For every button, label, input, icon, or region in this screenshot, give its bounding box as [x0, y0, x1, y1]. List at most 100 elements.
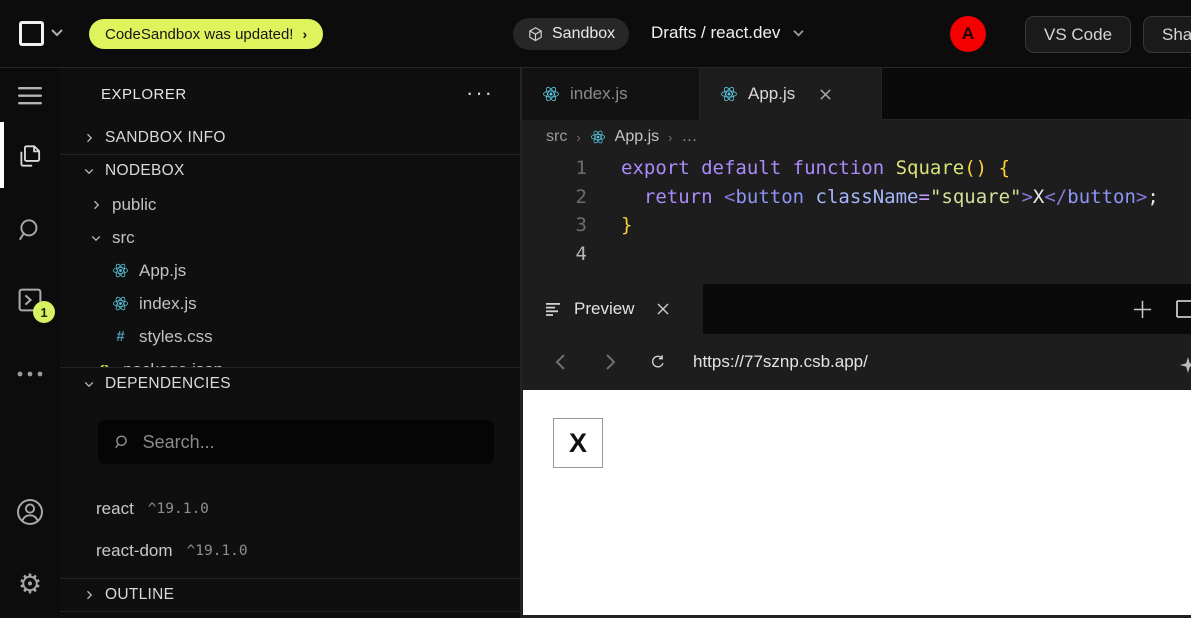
dependency-version: ^19.1.0	[148, 501, 209, 517]
dependency-react[interactable]: react ^19.1.0	[96, 488, 516, 530]
code-line-4[interactable]: 4	[522, 240, 1191, 269]
avatar-letter: A	[962, 24, 974, 44]
dependency-react-dom[interactable]: react-dom ^19.1.0	[96, 530, 516, 572]
section-label: SANDBOX INFO	[105, 129, 226, 147]
tree-item-label: styles.css	[139, 327, 213, 347]
tree-item-src[interactable]: src	[60, 221, 520, 254]
codesandbox-window: CodeSandbox was updated! › Sandbox Draft…	[0, 0, 1191, 618]
preview-url-bar: https://77sznp.csb.app/	[522, 334, 1191, 390]
tab-index-js[interactable]: index.js	[522, 68, 700, 120]
dependency-search-input[interactable]	[143, 432, 478, 453]
add-preview-icon[interactable]	[1132, 299, 1153, 320]
refresh-icon	[650, 352, 666, 372]
tree-item-index-js[interactable]: index.js	[60, 287, 520, 320]
account-icon	[14, 496, 46, 528]
preview-list-icon	[546, 303, 562, 316]
ellipsis-icon	[17, 371, 43, 377]
line-number: 3	[522, 214, 587, 236]
dependency-name: react-dom	[96, 541, 173, 561]
tree-item-app-js[interactable]: App.js	[60, 254, 520, 287]
chevron-down-icon	[83, 165, 95, 177]
section-label: DEPENDENCIES	[105, 375, 231, 393]
chevron-down-icon	[83, 378, 95, 390]
explorer-menu-button[interactable]: ···	[466, 80, 494, 106]
section-dependencies[interactable]: DEPENDENCIES	[60, 368, 520, 400]
section-outline[interactable]: OUTLINE	[60, 579, 520, 611]
top-bar: CodeSandbox was updated! › Sandbox Draft…	[0, 0, 1191, 68]
share-button[interactable]: Share	[1143, 16, 1191, 53]
logo-chevron-down-icon[interactable]	[50, 28, 64, 38]
line-number: 1	[522, 157, 587, 179]
tree-item-label: public	[112, 195, 156, 215]
line-number: 2	[522, 186, 587, 208]
dependency-search	[98, 420, 494, 464]
project-breadcrumb[interactable]: Drafts / react.dev	[651, 23, 805, 43]
preview-tab[interactable]: Preview	[522, 284, 703, 334]
explorer-title: EXPLORER	[101, 86, 187, 103]
refresh-button[interactable]	[650, 352, 666, 372]
section-sandbox-info[interactable]: SANDBOX INFO	[60, 122, 520, 154]
preview-url[interactable]: https://77sznp.csb.app/	[693, 352, 868, 372]
chevron-right-icon: ›	[668, 130, 672, 145]
tree-item-label: index.js	[139, 294, 197, 314]
terminal-badge: 1	[33, 301, 55, 323]
editor-preview-region: index.js App.js src › App.js › … 1 export…	[521, 68, 1191, 618]
layout-icon[interactable]	[1175, 299, 1191, 319]
square-button[interactable]: X	[553, 418, 603, 468]
search-icon	[114, 433, 131, 451]
terminal-view-button[interactable]: 1	[0, 276, 60, 324]
file-tree: public src App.js index.js # styles.css {}pack…	[60, 188, 520, 367]
settings-button[interactable]: ⚙	[0, 560, 60, 608]
search-icon	[16, 216, 44, 244]
menu-button[interactable]	[0, 72, 60, 120]
breadcrumb-chevron-down-icon	[792, 29, 805, 38]
back-button[interactable]	[552, 353, 568, 371]
close-preview-icon[interactable]	[656, 302, 670, 316]
gear-icon: ⚙	[18, 571, 42, 598]
tree-item-label: package.json	[123, 360, 223, 368]
preview-header: Preview	[522, 284, 1191, 334]
close-tab-icon[interactable]	[819, 88, 832, 101]
dependency-name: react	[96, 499, 134, 519]
forward-button[interactable]	[602, 353, 618, 371]
tree-item-styles-css[interactable]: # styles.css	[60, 320, 520, 353]
breadcrumb-tail: …	[681, 128, 697, 146]
tree-item-package-json[interactable]: {}package.json	[60, 353, 520, 367]
avatar[interactable]: A	[950, 16, 986, 52]
explorer-panel: EXPLORER ··· SANDBOX INFO NODEBOX public…	[60, 68, 521, 618]
code-text: export default function Square() {	[621, 157, 1010, 179]
tree-item-label: App.js	[139, 261, 186, 281]
codesandbox-logo-icon[interactable]	[19, 21, 44, 46]
react-icon	[112, 295, 129, 312]
sandbox-type-badge[interactable]: Sandbox	[513, 18, 629, 50]
editor-breadcrumb[interactable]: src › App.js › …	[522, 120, 1191, 154]
vs-code-button[interactable]: VS Code	[1025, 16, 1131, 53]
react-icon	[720, 85, 738, 103]
dependency-list: react ^19.1.0 react-dom ^19.1.0	[96, 488, 516, 572]
section-label: OUTLINE	[105, 586, 174, 604]
breadcrumb-file: App.js	[615, 128, 659, 146]
code-line-3[interactable]: 3}	[522, 211, 1191, 240]
chevron-right-icon	[605, 353, 616, 371]
code-editor[interactable]: 1 export default function Square() { 2 ret…	[522, 154, 1191, 300]
chevron-right-icon	[83, 589, 95, 601]
search-view-button[interactable]	[0, 206, 60, 254]
explorer-view-button[interactable]	[0, 132, 60, 180]
tab-app-js[interactable]: App.js	[700, 68, 882, 120]
code-line-2[interactable]: 2 return <button className="square">X</b…	[522, 183, 1191, 212]
tree-item-public[interactable]: public	[60, 188, 520, 221]
tab-label: App.js	[748, 84, 795, 104]
dependency-version: ^19.1.0	[187, 543, 248, 559]
breadcrumb-folder: src	[546, 128, 567, 146]
section-nodebox[interactable]: NODEBOX	[60, 155, 520, 187]
account-button[interactable]	[0, 488, 60, 536]
code-text: return <button className="square">X</but…	[621, 186, 1159, 208]
update-banner[interactable]: CodeSandbox was updated! ›	[89, 19, 323, 49]
section-label: NODEBOX	[105, 162, 185, 180]
code-line-1[interactable]: 1 export default function Square() {	[522, 154, 1191, 183]
preview-content: X	[523, 390, 1191, 615]
css-icon: #	[112, 328, 129, 345]
sparkle-icon[interactable]	[1179, 356, 1191, 374]
line-number: 4	[522, 243, 587, 265]
more-views-button[interactable]	[0, 350, 60, 398]
